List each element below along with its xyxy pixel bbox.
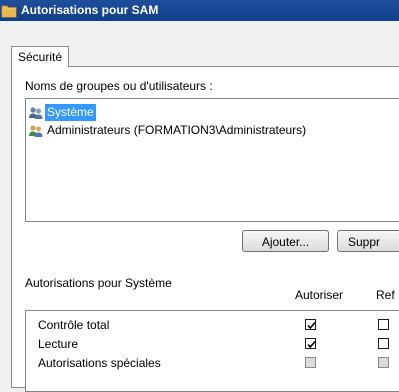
deny-checkbox[interactable]	[378, 338, 389, 349]
permission-name: Autorisations spéciales	[38, 356, 161, 370]
users-icon	[28, 123, 44, 139]
permission-name: Lecture	[38, 337, 79, 351]
folder-icon	[1, 3, 17, 19]
permissions-label: Autorisations pour Système	[25, 276, 172, 290]
list-item-administrateurs[interactable]: Administrateurs (FORMATION3\Administrate…	[28, 122, 308, 139]
groups-listbox[interactable]: Système Administrateurs (FORMATION3\Admi…	[25, 98, 399, 222]
allow-checkbox[interactable]	[305, 319, 316, 330]
permission-name: Contrôle total	[38, 318, 110, 332]
allow-checkbox	[305, 357, 316, 368]
title-bar[interactable]: Autorisations pour SAM	[0, 0, 399, 21]
allow-checkbox[interactable]	[305, 338, 316, 349]
deny-column-header: Ref	[376, 288, 395, 302]
list-item-systeme[interactable]: Système	[28, 104, 96, 121]
tab-securite[interactable]: Sécurité	[11, 46, 70, 67]
list-item-label: Système	[45, 104, 96, 121]
deny-checkbox[interactable]	[378, 319, 389, 330]
groups-label: Noms de groupes ou d'utilisateurs :	[25, 79, 213, 93]
window-title: Autorisations pour SAM	[21, 3, 159, 17]
list-item-label: Administrateurs (FORMATION3\Administrate…	[47, 123, 307, 137]
permission-row: Lecture	[26, 335, 399, 353]
remove-button[interactable]: Suppr	[337, 230, 399, 252]
add-button[interactable]: Ajouter...	[242, 230, 329, 252]
permission-row: Autorisations spéciales	[26, 354, 399, 372]
allow-column-header: Autoriser	[295, 288, 344, 302]
permission-row: Contrôle total	[26, 316, 399, 334]
users-icon	[28, 105, 44, 121]
deny-checkbox	[378, 357, 389, 368]
permissions-list: Contrôle total Lecture Autorisations spé…	[25, 310, 399, 392]
